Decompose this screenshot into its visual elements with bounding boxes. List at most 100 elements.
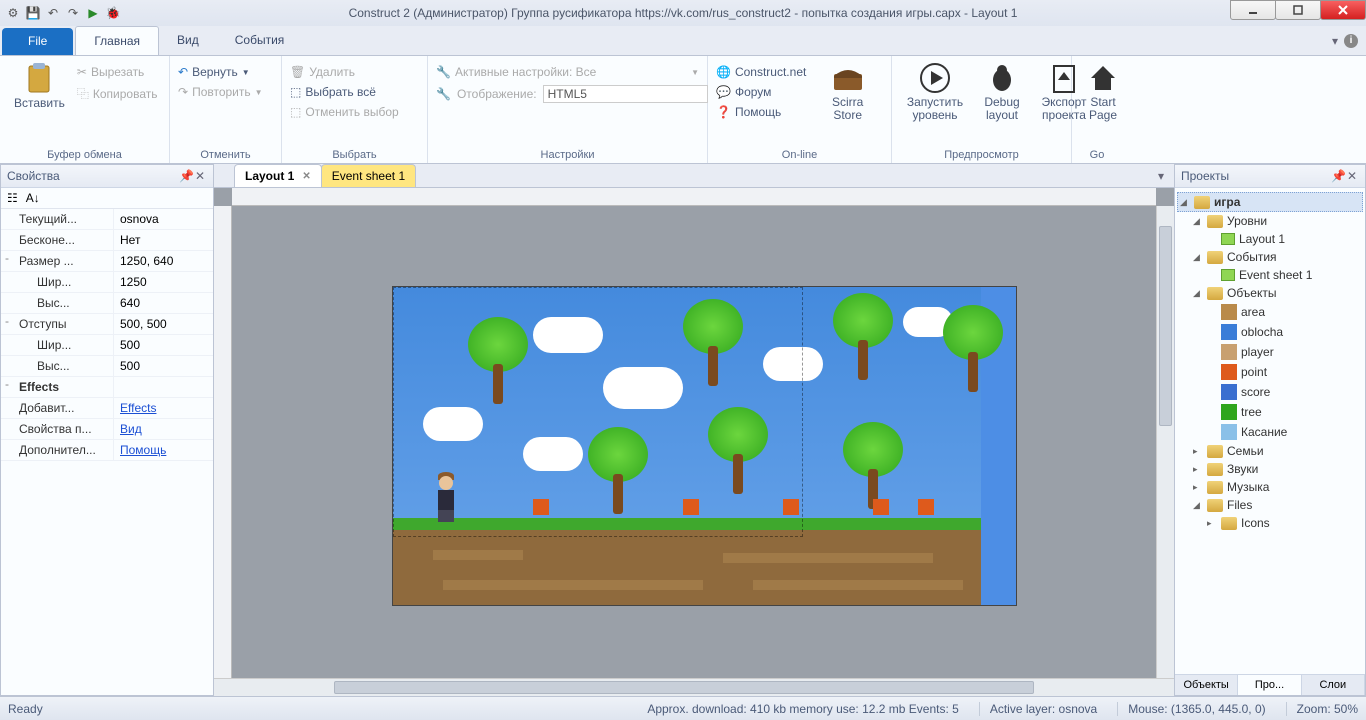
save-icon[interactable]: 💾 xyxy=(24,4,42,22)
property-row[interactable]: Шир...500 xyxy=(1,335,213,356)
tree-toggle-icon[interactable]: ◢ xyxy=(1193,288,1203,299)
tree-toggle-icon[interactable]: ▸ xyxy=(1193,446,1203,457)
property-value[interactable]: 1250 xyxy=(113,272,213,292)
tree-item-объекты[interactable]: ◢Объекты xyxy=(1177,284,1363,302)
tree-toggle-icon[interactable]: ▸ xyxy=(1207,518,1217,529)
categorize-icon[interactable]: ☷ xyxy=(7,191,18,205)
property-row[interactable]: Выс...640 xyxy=(1,293,213,314)
close-icon[interactable]: ✕ xyxy=(193,169,207,183)
ribbon-minimize-icon[interactable]: ▾ xyxy=(1332,34,1338,48)
tree-toggle-icon[interactable]: ◢ xyxy=(1193,216,1203,227)
tab-main[interactable]: Главная xyxy=(75,26,159,55)
tab-objects[interactable]: Объекты xyxy=(1175,675,1238,695)
property-value[interactable]: 500, 500 xyxy=(113,314,213,334)
debug-icon[interactable]: 🐞 xyxy=(104,4,122,22)
display-select[interactable] xyxy=(543,85,708,103)
property-value[interactable] xyxy=(113,377,213,397)
property-value[interactable]: Вид xyxy=(113,419,213,439)
tree-item-score[interactable]: score xyxy=(1177,382,1363,402)
redo-button[interactable]: ↷Повторить▼ xyxy=(178,83,263,101)
tab-projects[interactable]: Про... xyxy=(1238,675,1301,695)
tree-item-layout-1[interactable]: Layout 1 xyxy=(1177,230,1363,248)
close-button[interactable] xyxy=(1320,0,1366,20)
tab-overflow-icon[interactable]: ▾ xyxy=(1148,165,1174,187)
property-value[interactable]: Нет xyxy=(113,230,213,250)
help-icon[interactable]: i xyxy=(1344,34,1358,48)
property-row[interactable]: -Отступы500, 500 xyxy=(1,314,213,335)
close-icon[interactable]: ✕ xyxy=(1345,169,1359,183)
property-value[interactable]: osnova xyxy=(113,209,213,229)
tree-item-музыка[interactable]: ▸Музыка xyxy=(1177,478,1363,496)
property-row[interactable]: Бесконе...Нет xyxy=(1,230,213,251)
scirra-store-button[interactable]: Scirra Store xyxy=(812,59,883,147)
tree-item-звуки[interactable]: ▸Звуки xyxy=(1177,460,1363,478)
tree-toggle-icon[interactable]: ◢ xyxy=(1193,252,1203,263)
undo-button[interactable]: ↶Вернуть▼ xyxy=(178,63,263,81)
property-row[interactable]: Дополнител...Помощь xyxy=(1,440,213,461)
redo-icon[interactable]: ↷ xyxy=(64,4,82,22)
close-icon[interactable]: ✕ xyxy=(302,171,310,182)
tree-item-icons[interactable]: ▸Icons xyxy=(1177,514,1363,532)
undo-icon[interactable]: ↶ xyxy=(44,4,62,22)
minimize-button[interactable] xyxy=(1230,0,1276,20)
delete-button[interactable]: 🗑Удалить xyxy=(290,63,399,81)
sort-az-icon[interactable]: A↓ xyxy=(26,191,40,205)
tree-item-player[interactable]: player xyxy=(1177,342,1363,362)
scrollbar-vertical[interactable] xyxy=(1156,206,1174,678)
file-menu[interactable]: File xyxy=(2,28,73,55)
active-settings-button[interactable]: 🔧Активные настройки: Все▼ xyxy=(436,63,699,81)
scrollbar-horizontal[interactable] xyxy=(214,678,1174,696)
maximize-button[interactable] xyxy=(1275,0,1321,20)
tab-event-sheet-1[interactable]: Event sheet 1 xyxy=(321,164,416,187)
tab-events[interactable]: События xyxy=(217,26,303,55)
expander-icon[interactable]: - xyxy=(1,314,13,334)
layout-viewport[interactable] xyxy=(232,206,1156,678)
tree-item-семьи[interactable]: ▸Семьи xyxy=(1177,442,1363,460)
property-row[interactable]: -Размер ...1250, 640 xyxy=(1,251,213,272)
property-row[interactable]: Шир...1250 xyxy=(1,272,213,293)
help-link[interactable]: ❓Помощь xyxy=(716,103,806,121)
tree-item-area[interactable]: area xyxy=(1177,302,1363,322)
tree-item-event-sheet-1[interactable]: Event sheet 1 xyxy=(1177,266,1363,284)
property-value[interactable]: Помощь xyxy=(113,440,213,460)
cut-button[interactable]: ✂Вырезать xyxy=(77,63,158,81)
expander-icon[interactable]: - xyxy=(1,251,13,271)
debug-layout-button[interactable]: Debug layout xyxy=(976,59,1028,147)
pin-icon[interactable]: 📌 xyxy=(179,169,193,183)
qat-settings-icon[interactable]: ⚙ xyxy=(4,4,22,22)
paste-button[interactable]: Вставить xyxy=(8,59,71,147)
property-row[interactable]: Добавит...Effects xyxy=(1,398,213,419)
tab-view[interactable]: Вид xyxy=(159,26,217,55)
property-value[interactable]: 640 xyxy=(113,293,213,313)
property-row[interactable]: Выс...500 xyxy=(1,356,213,377)
tree-toggle-icon[interactable]: ◢ xyxy=(1180,197,1190,208)
run-layout-button[interactable]: Запустить уровень xyxy=(900,59,970,147)
tree-toggle-icon[interactable]: ▸ xyxy=(1193,482,1203,493)
property-row[interactable]: Свойства п...Вид xyxy=(1,419,213,440)
expander-icon[interactable]: - xyxy=(1,377,13,397)
property-row[interactable]: -Effects xyxy=(1,377,213,398)
tab-layers[interactable]: Слои xyxy=(1302,675,1365,695)
start-page-button[interactable]: Start Page xyxy=(1080,59,1126,147)
tree-item-игра[interactable]: ◢игра xyxy=(1177,192,1363,212)
deselect-button[interactable]: ⬚Отменить выбор xyxy=(290,103,399,121)
tree-toggle-icon[interactable]: ◢ xyxy=(1193,500,1203,511)
tree-item-tree[interactable]: tree xyxy=(1177,402,1363,422)
property-value[interactable]: 500 xyxy=(113,356,213,376)
property-value[interactable]: Effects xyxy=(113,398,213,418)
property-value[interactable]: 1250, 640 xyxy=(113,251,213,271)
tree-item-point[interactable]: point xyxy=(1177,362,1363,382)
layout-canvas[interactable] xyxy=(392,286,1017,606)
construct-net-link[interactable]: 🌐Construct.net xyxy=(716,63,806,81)
tree-toggle-icon[interactable]: ▸ xyxy=(1193,464,1203,475)
select-all-button[interactable]: ⬚Выбрать всё xyxy=(290,83,399,101)
tree-item-события[interactable]: ◢События xyxy=(1177,248,1363,266)
tree-item-касание[interactable]: Касание xyxy=(1177,422,1363,442)
copy-button[interactable]: ⿻Копировать xyxy=(77,83,158,104)
pin-icon[interactable]: 📌 xyxy=(1331,169,1345,183)
property-row[interactable]: Текущий...osnova xyxy=(1,209,213,230)
tab-layout-1[interactable]: Layout 1 ✕ xyxy=(234,164,322,187)
run-icon[interactable]: ▶ xyxy=(84,4,102,22)
property-value[interactable]: 500 xyxy=(113,335,213,355)
tree-item-files[interactable]: ◢Files xyxy=(1177,496,1363,514)
